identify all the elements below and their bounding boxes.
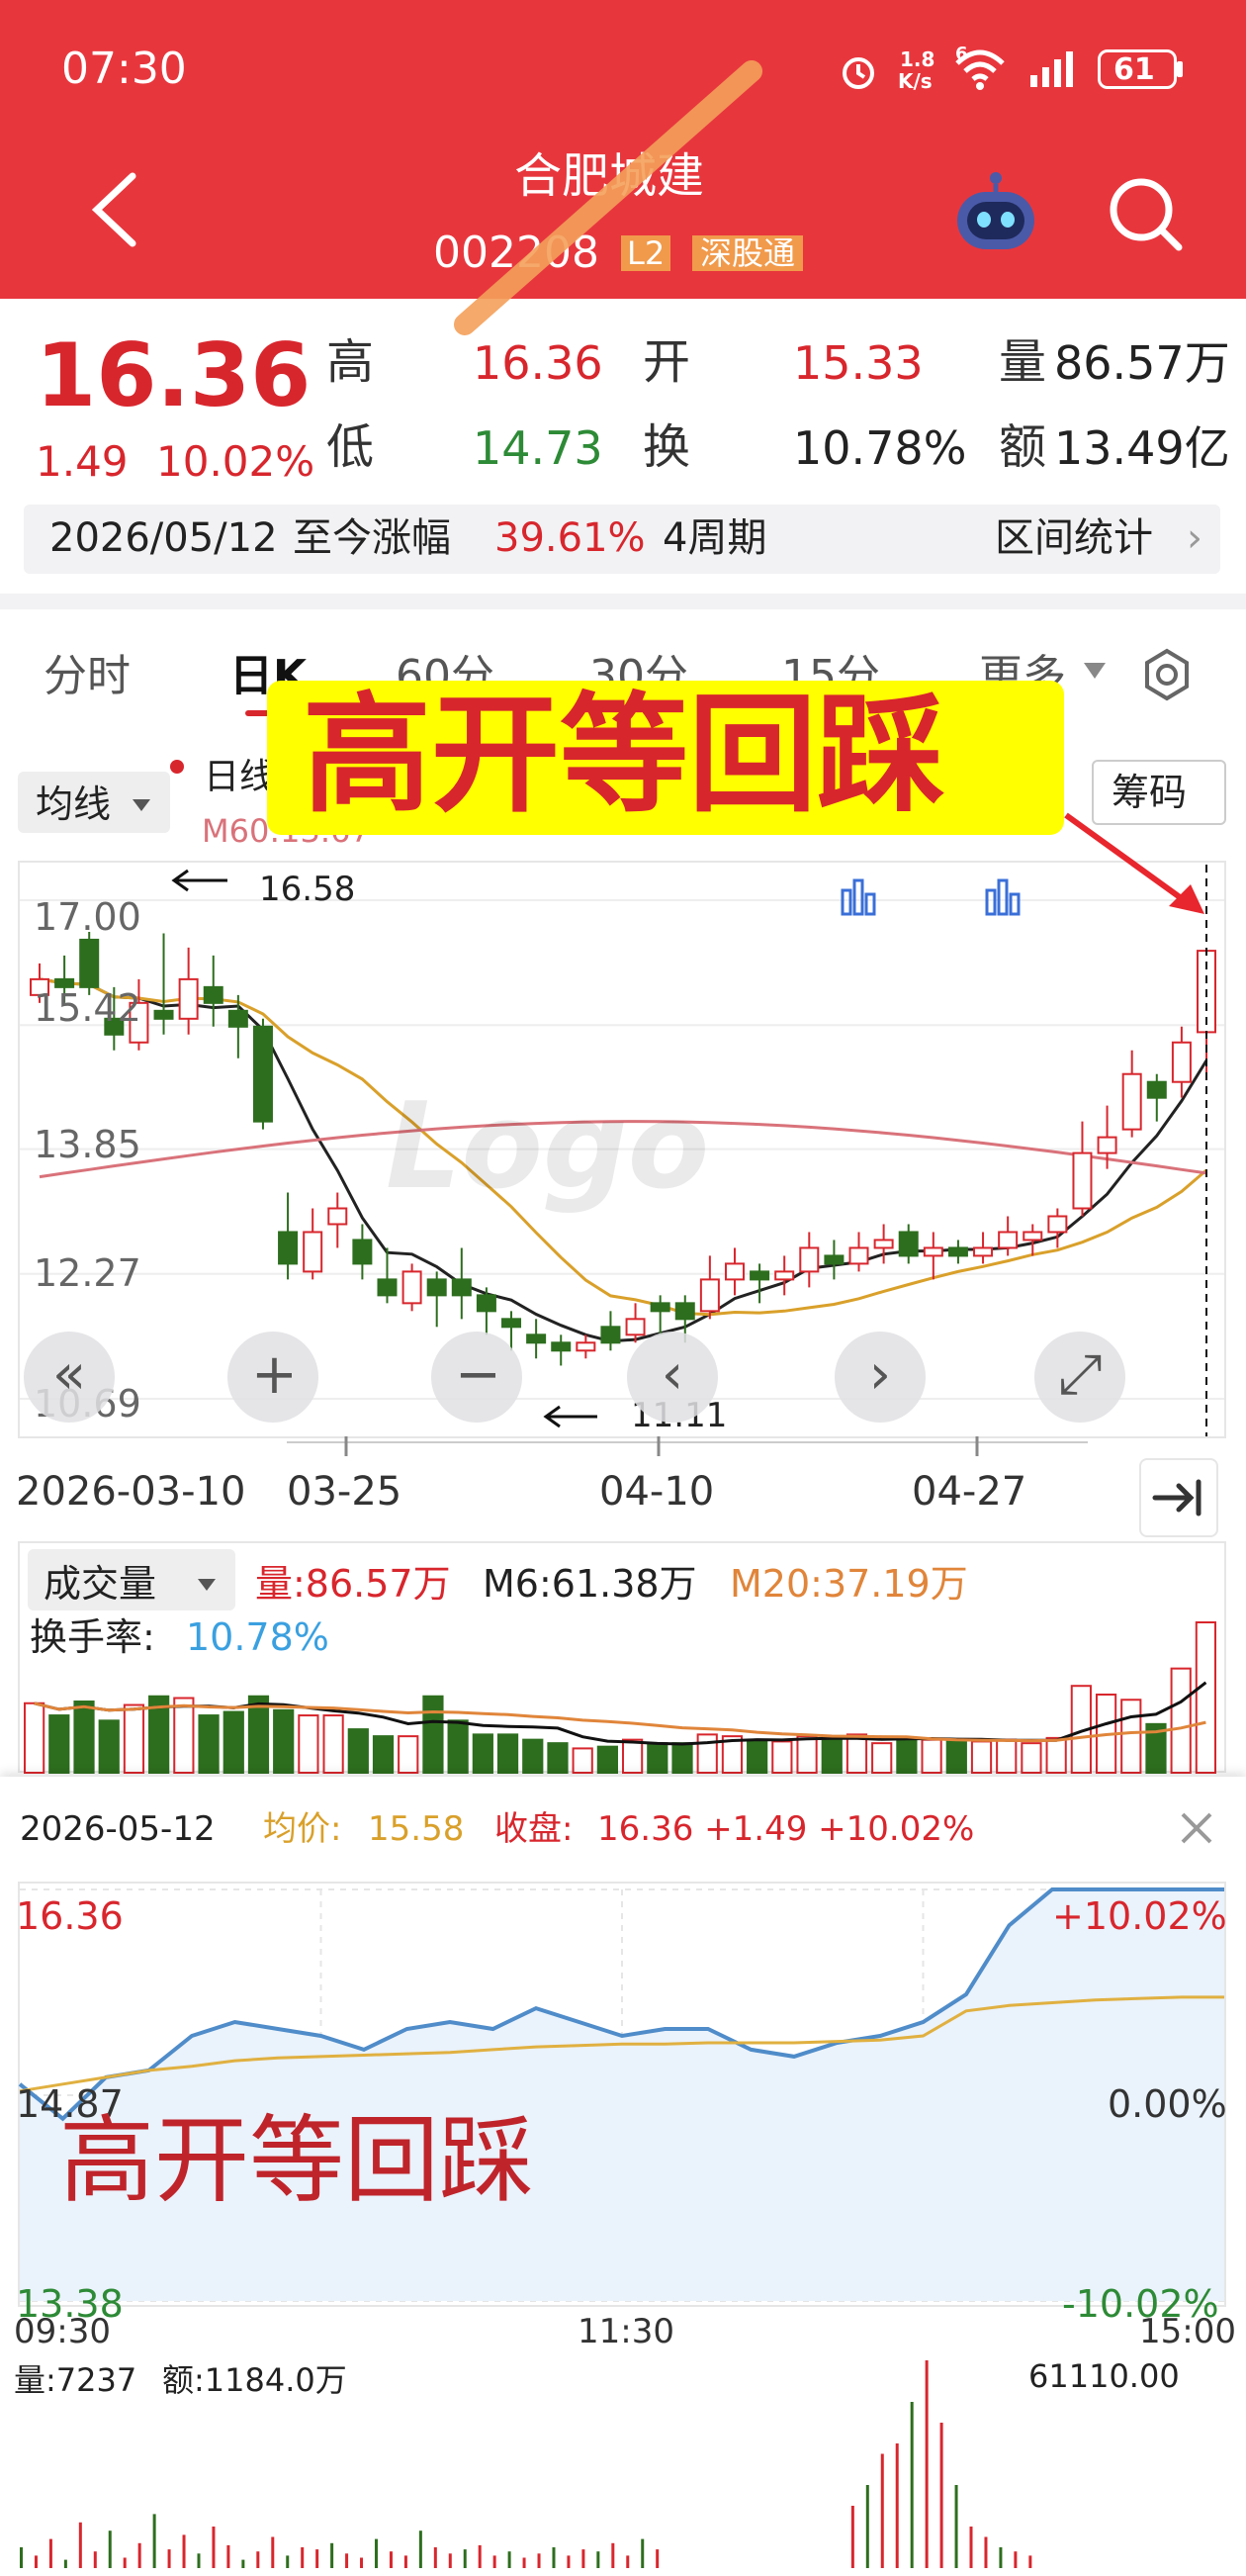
intraday-volume-bar [596,2551,600,2568]
intraday-volume-bar [626,2555,630,2568]
intraday-volume-bar [152,2514,156,2568]
intraday-volume-bar [880,2453,884,2568]
intraday-volume-bar [984,2536,988,2568]
intraday-volume-bar [850,2506,854,2568]
intraday-volume-bar [20,2547,23,2568]
intraday-time-label-2: 15:00 [1139,2312,1236,2351]
intraday-volume-bar [256,2551,260,2568]
intraday-volume-bar [403,2555,407,2568]
intraday-volume-bar [374,2538,378,2568]
intraday-volume-bar [63,2559,67,2568]
intraday-caption: 高开等回踩 [59,2105,534,2216]
intraday-volume-bar [182,2534,186,2568]
intraday-volume-bar [1014,2551,1018,2568]
intraday-volume-bar [315,2549,319,2568]
intraday-volume-bar [641,2538,645,2568]
intraday-volume-bar [301,2547,305,2568]
intraday-volume-label: 量:7237 [14,2361,137,2399]
intraday-volume-bar [925,2360,929,2568]
intraday-volume-bar [910,2402,914,2568]
intraday-volume-bar [448,2553,452,2568]
intraday-volume-bar [581,2549,585,2568]
intraday-volume-bar [939,2423,943,2568]
intraday-volume-bar [1028,2555,1032,2568]
intraday-left-label-0: 16.36 [16,1894,124,1938]
intraday-volume-bar [537,2553,541,2568]
intraday-volume-bar [389,2551,393,2568]
intraday-volume-bar [137,2542,141,2568]
intraday-volume-bar [552,2547,556,2568]
intraday-time-label-1: 11:30 [578,2312,674,2351]
intraday-volume-bar [197,2553,201,2568]
intraday-volume-bar [34,2555,38,2568]
intraday-max-volume: 61110.00 [1028,2357,1180,2395]
intraday-volume-bar [345,2553,349,2568]
intraday-volume-bar [492,2555,496,2568]
intraday-volume-bar [271,2536,275,2568]
intraday-volume-bar [286,2555,290,2568]
intraday-volume-bar [78,2522,82,2568]
intraday-volume-bar [567,2555,571,2568]
intraday-volume-bar [330,2542,334,2568]
intraday-volume-bar [108,2530,112,2568]
intraday-volume-bar [865,2485,869,2568]
intraday-time-label-0: 09:30 [14,2312,111,2351]
intraday-volume-bar [656,2549,660,2568]
intraday-volume-bar [167,2549,171,2568]
intraday-volume-bar [212,2527,216,2568]
intraday-volume-bar [123,2557,127,2568]
intraday-volume-bar [226,2544,230,2568]
intraday-volume-bar [478,2544,482,2568]
intraday-volume-bar [895,2443,899,2568]
intraday-volume-bar [611,2542,615,2568]
intraday-volume-bar [48,2538,52,2568]
intraday-right-label-0: +10.02% [1052,1894,1227,1938]
intraday-amount-label: 额:1184.0万 [162,2361,347,2399]
intraday-volume-bar [507,2551,511,2568]
intraday-volume-bar [241,2559,245,2568]
intraday-volume-bar [969,2527,973,2568]
intraday-volume-bar [433,2547,437,2568]
intraday-volume-bar [522,2557,526,2568]
intraday-volume-bar [954,2485,958,2568]
intraday-volume-bar [463,2549,467,2568]
intraday-right-label-1: 0.00% [1108,2082,1227,2126]
intraday-volume-bar [93,2551,97,2568]
intraday-volume-bar [999,2547,1003,2568]
intraday-volume-bar [360,2557,364,2568]
intraday-volume-bar [418,2530,422,2568]
